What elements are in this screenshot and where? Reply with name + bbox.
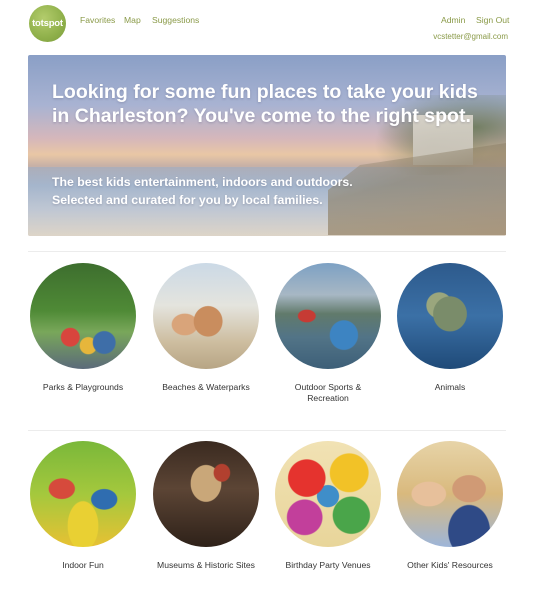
playground-photo[interactable] <box>30 263 136 369</box>
category-animals[interactable]: Animals <box>389 263 511 393</box>
sea-turtle-photo[interactable] <box>397 263 503 369</box>
admin-link[interactable]: Admin <box>441 15 465 25</box>
balloons-photo[interactable] <box>275 441 381 547</box>
category-label[interactable]: Museums & Historic Sites <box>145 560 267 571</box>
category-parks-playgrounds[interactable]: Parks & Playgrounds <box>22 263 144 393</box>
category-label[interactable]: Birthday Party Venues <box>267 560 389 571</box>
indoor-play-photo[interactable] <box>30 441 136 547</box>
beach-photo[interactable] <box>153 263 259 369</box>
hero-title: Looking for some fun places to take your… <box>52 81 478 127</box>
hero-banner: Looking for some fun places to take your… <box>28 55 506 236</box>
category-indoor-fun[interactable]: Indoor Fun <box>22 441 144 571</box>
category-beaches-waterparks[interactable]: Beaches & Waterparks <box>145 263 267 393</box>
kids-reading-photo[interactable] <box>397 441 503 547</box>
hero-subtitle-line-1: The best kids entertainment, indoors and… <box>52 175 353 189</box>
hero-subtitle-line-2: Selected and curated for you by local fa… <box>52 193 323 207</box>
hero-subtitle: The best kids entertainment, indoors and… <box>52 173 472 209</box>
category-label[interactable]: Animals <box>389 382 511 393</box>
sign-out-link[interactable]: Sign Out <box>476 15 509 25</box>
category-museums-historic[interactable]: Museums & Historic Sites <box>145 441 267 571</box>
logo-text: totspot <box>32 18 63 29</box>
user-email: vcstetter@gmail.com <box>433 32 508 41</box>
category-label[interactable]: Other Kids' Resources <box>389 560 511 571</box>
nav-map-link[interactable]: Map <box>124 15 141 25</box>
top-nav: totspot Favorites Map Suggestions Admin … <box>0 0 536 50</box>
category-birthday-venues[interactable]: Birthday Party Venues <box>267 441 389 571</box>
section-divider <box>28 430 506 431</box>
totspot-logo[interactable]: totspot <box>29 5 66 42</box>
section-divider <box>28 251 506 252</box>
category-outdoor-sports[interactable]: Outdoor Sports & Recreation <box>267 263 389 404</box>
nav-favorites-link[interactable]: Favorites <box>80 15 115 25</box>
category-label[interactable]: Beaches & Waterparks <box>145 382 267 393</box>
nav-suggestions-link[interactable]: Suggestions <box>152 15 199 25</box>
category-other-resources[interactable]: Other Kids' Resources <box>389 441 511 571</box>
museum-photo[interactable] <box>153 441 259 547</box>
category-label[interactable]: Outdoor Sports & Recreation <box>267 382 389 404</box>
category-label[interactable]: Indoor Fun <box>22 560 144 571</box>
kayak-photo[interactable] <box>275 263 381 369</box>
category-label[interactable]: Parks & Playgrounds <box>22 382 144 393</box>
